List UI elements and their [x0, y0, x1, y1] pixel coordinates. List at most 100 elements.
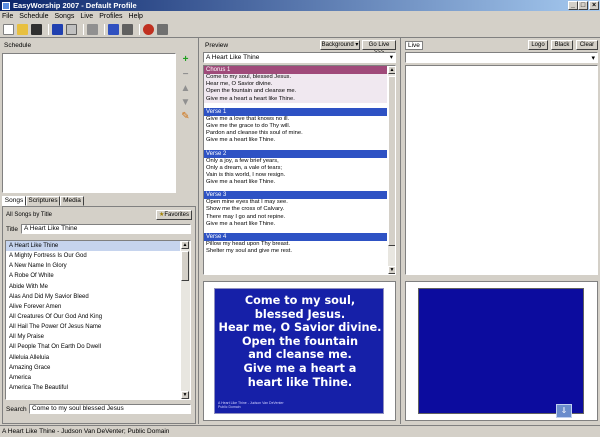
live-slide[interactable]: [418, 288, 584, 414]
menu-schedule[interactable]: Schedule: [19, 13, 48, 20]
scroll-thumb[interactable]: [388, 76, 395, 246]
print-icon[interactable]: [87, 24, 98, 35]
live-output-icon[interactable]: ⇓: [556, 404, 572, 418]
list-item[interactable]: A Mighty Fortress Is Our God: [6, 251, 180, 261]
lyric-line[interactable]: Give me a heart like Thine.: [204, 137, 387, 144]
section-header[interactable]: Verse 1: [204, 107, 387, 116]
song-list-box: A Heart Like Thine A Mighty Fortress Is …: [5, 240, 191, 400]
lyric-line[interactable]: Only a dream, a vale of tears;: [204, 165, 387, 172]
list-item[interactable]: Alas And Did My Savior Bleed: [6, 292, 180, 302]
list-item[interactable]: Amazing Grace: [6, 363, 180, 373]
new-icon[interactable]: [3, 24, 14, 35]
lyric-line[interactable]: Pardon and cleanse this soul of mine.: [204, 130, 387, 137]
schedule-label: Schedule: [4, 42, 32, 49]
section-header[interactable]: Verse 4: [204, 233, 387, 241]
list-item[interactable]: A New Name In Glory: [6, 261, 180, 271]
copy-icon[interactable]: [66, 24, 77, 35]
list-item[interactable]: Alleluia Alleluia: [6, 353, 180, 363]
scroll-down-icon[interactable]: ▼: [388, 266, 395, 274]
menu-file[interactable]: File: [2, 13, 13, 20]
scroll-thumb[interactable]: [181, 251, 189, 281]
lyric-line[interactable]: Only a joy, a few brief years,: [204, 158, 387, 165]
list-item[interactable]: All Hail The Power Of Jesus Name: [6, 322, 180, 332]
slide-footer-copyright: Public Domain: [218, 405, 241, 409]
lyrics-scrollbar[interactable]: ▲ ▼: [388, 66, 395, 274]
display-settings-icon[interactable]: [122, 24, 133, 35]
list-item[interactable]: A Heart Like Thine: [6, 241, 180, 252]
list-item[interactable]: Alive Forever Amen: [6, 302, 180, 312]
monitor-icon[interactable]: [108, 24, 119, 35]
minimize-button[interactable]: _: [568, 1, 578, 10]
list-item[interactable]: America The Beautiful: [6, 383, 180, 393]
title-field[interactable]: A Heart Like Thine: [21, 224, 191, 234]
slide-line: Give me a heart a: [243, 361, 357, 375]
lyric-line[interactable]: Hear me, O Savior divine.: [204, 81, 387, 89]
lyric-line[interactable]: Pillow my head upon Thy breast.: [204, 241, 387, 248]
lyric-line[interactable]: Vain is this world, I now resign.: [204, 172, 387, 179]
toolbar: [0, 22, 600, 38]
splitter-left[interactable]: [198, 38, 199, 424]
menu-profiles[interactable]: Profiles: [99, 13, 122, 20]
list-item[interactable]: All My Praise: [6, 332, 180, 342]
lyric-line[interactable]: Shelter my soul and give me rest.: [204, 248, 387, 255]
preview-lyrics-box: Chorus 1 Come to my soul, blessed Jesus. H…: [203, 65, 396, 275]
preview-slide[interactable]: Come to my soul, blessed Jesus. Hear me,…: [214, 288, 384, 414]
section-header[interactable]: Verse 2: [204, 149, 387, 158]
tab-songs[interactable]: Songs: [2, 196, 26, 206]
tab-media[interactable]: Media: [60, 196, 84, 206]
lyric-line[interactable]: Show me the cross of Calvary.: [204, 206, 387, 213]
record-icon[interactable]: [143, 24, 154, 35]
move-up-icon[interactable]: ▲: [180, 84, 191, 95]
list-item[interactable]: All Creatures Of Our God And King: [6, 312, 180, 322]
add-icon[interactable]: +: [180, 55, 191, 66]
lyric-line[interactable]: Come to my soul, blessed Jesus.: [204, 74, 387, 82]
lyric-line[interactable]: Open mine eyes that I may see.: [204, 199, 387, 206]
go-live-button[interactable]: Go Live >>>: [362, 40, 396, 56]
move-down-icon[interactable]: ▼: [180, 98, 191, 109]
section-header[interactable]: Chorus 1: [204, 66, 387, 74]
lyric-line[interactable]: Give me a heart like Thine.: [204, 179, 387, 186]
background-button[interactable]: Background ▾: [320, 40, 360, 50]
close-button[interactable]: ×: [589, 1, 599, 10]
favorites-button[interactable]: ★Favorites: [156, 210, 192, 220]
black-button[interactable]: Black: [551, 40, 573, 50]
scroll-down-icon[interactable]: ▼: [181, 391, 189, 399]
search-input[interactable]: Come to my soul blessed Jesus: [29, 404, 191, 414]
live-label: Live: [405, 41, 423, 50]
lyric-line[interactable]: Open the fountain and cleanse me.: [204, 88, 387, 96]
section-header[interactable]: Verse 3: [204, 191, 387, 200]
lyric-line[interactable]: Give me a heart a heart like Thine.: [204, 95, 387, 103]
app-icon: [2, 1, 10, 10]
slide-line: Hear me, O Savior divine.: [218, 321, 382, 335]
clear-button[interactable]: Clear: [576, 40, 598, 50]
slide-line: Open the fountain: [241, 334, 359, 348]
schedule-list[interactable]: [2, 53, 176, 193]
song-list-scrollbar[interactable]: ▲ ▼: [181, 241, 190, 399]
lyric-line[interactable]: Give me a heart like Thine.: [204, 221, 387, 228]
remove-icon[interactable]: −: [180, 70, 191, 81]
list-item[interactable]: Abide With Me: [6, 282, 180, 292]
maximize-button[interactable]: □: [578, 1, 588, 10]
menu-live[interactable]: Live: [80, 13, 93, 20]
scroll-up-icon[interactable]: ▲: [181, 241, 189, 249]
list-item[interactable]: A Robe Of White: [6, 271, 180, 281]
logo-button[interactable]: Logo: [528, 40, 548, 50]
lyric-line[interactable]: Give me a love that knows no ill.: [204, 116, 387, 123]
save-icon[interactable]: [31, 24, 42, 35]
splitter-right[interactable]: [400, 38, 401, 424]
menu-help[interactable]: Help: [129, 13, 143, 20]
schedule-edit-icon[interactable]: ✎: [180, 112, 191, 123]
list-item[interactable]: All People That On Earth Do Dwell: [6, 342, 180, 352]
menu-songs[interactable]: Songs: [54, 13, 74, 20]
lyric-line[interactable]: There may I go and not repine.: [204, 214, 387, 221]
list-item[interactable]: America: [6, 373, 180, 383]
song-editor-icon[interactable]: [52, 24, 63, 35]
scroll-up-icon[interactable]: ▲: [388, 66, 395, 74]
speaker-icon[interactable]: [157, 24, 168, 35]
live-selector[interactable]: ▾: [405, 52, 598, 63]
open-folder-icon[interactable]: [17, 24, 28, 35]
slide-line: heart like Thine.: [247, 375, 353, 389]
preview-song-selector[interactable]: A Heart Like Thine ▾: [203, 52, 396, 63]
lyric-line[interactable]: Give me the grace to do Thy will.: [204, 123, 387, 130]
tab-scriptures[interactable]: Scriptures: [26, 196, 60, 206]
